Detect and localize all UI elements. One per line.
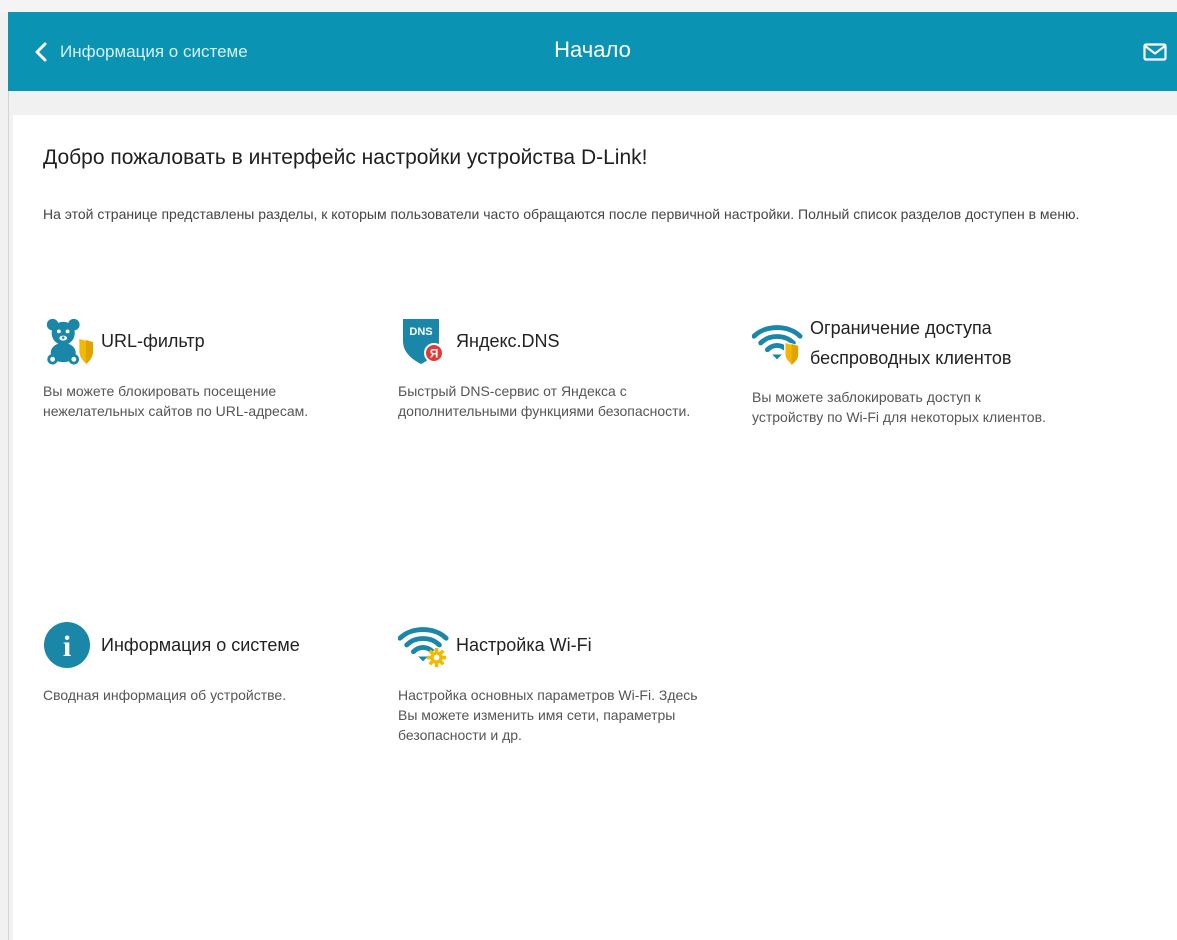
info-icon: i [43,619,95,671]
tile-description: Настройка основных параметров Wi-Fi. Зде… [398,687,698,743]
page-title: Начало [554,37,631,62]
tile-description: Быстрый DNS-сервис от Яндекса с дополнит… [398,383,691,419]
tile-wireless-access-control[interactable]: Ограничение доступа беспроводных клиенто… [752,313,1082,427]
tile-title: Ограничение доступа беспроводных клиенто… [810,318,1012,368]
tile-title: Информация о системе [101,635,300,655]
svg-text:Я: Я [430,347,439,361]
welcome-heading: Добро пожаловать в интерфейс настройки у… [43,146,648,169]
tile-title: URL-фильтр [101,331,205,351]
tile-description: Сводная информация об устройстве. [43,687,287,703]
tile-url-filter[interactable]: URL-фильтр Вы можете блокировать посещен… [43,315,373,421]
svg-text:DNS: DNS [409,326,432,338]
tile-title: Настройка Wi-Fi [456,635,592,655]
svg-text:i: i [63,630,71,663]
tile-yandex-dns[interactable]: DNS Я Яндекс.DNS Быстрый DNS-сервис от Я… [398,315,728,421]
header-bar: Информация о системе Начало [8,12,1177,91]
tile-system-info[interactable]: i Информация о системе Сводная информаци… [43,619,373,705]
top-strip [0,0,1177,12]
tile-description: Вы можете блокировать посещение нежелате… [43,383,309,419]
mail-icon [1143,43,1167,65]
intro-text: На этой странице представлены разделы, к… [43,206,1080,222]
wifi-gear-icon [398,619,450,671]
app-frame: Информация о системе Начало Добро пожало… [0,0,1177,940]
tile-description: Вы можете заблокировать доступ к устройс… [752,389,1046,425]
left-divider [8,91,9,940]
tile-wifi-setup[interactable]: Настройка Wi-Fi Настройка основных парам… [398,619,728,745]
content-card [13,115,1177,940]
wifi-shield-icon [752,317,804,369]
notifications-button[interactable] [1143,43,1167,61]
yandex-dns-shield-icon: DNS Я [398,315,450,367]
teddy-bear-shield-icon [43,315,95,367]
tile-title: Яндекс.DNS [456,331,560,351]
